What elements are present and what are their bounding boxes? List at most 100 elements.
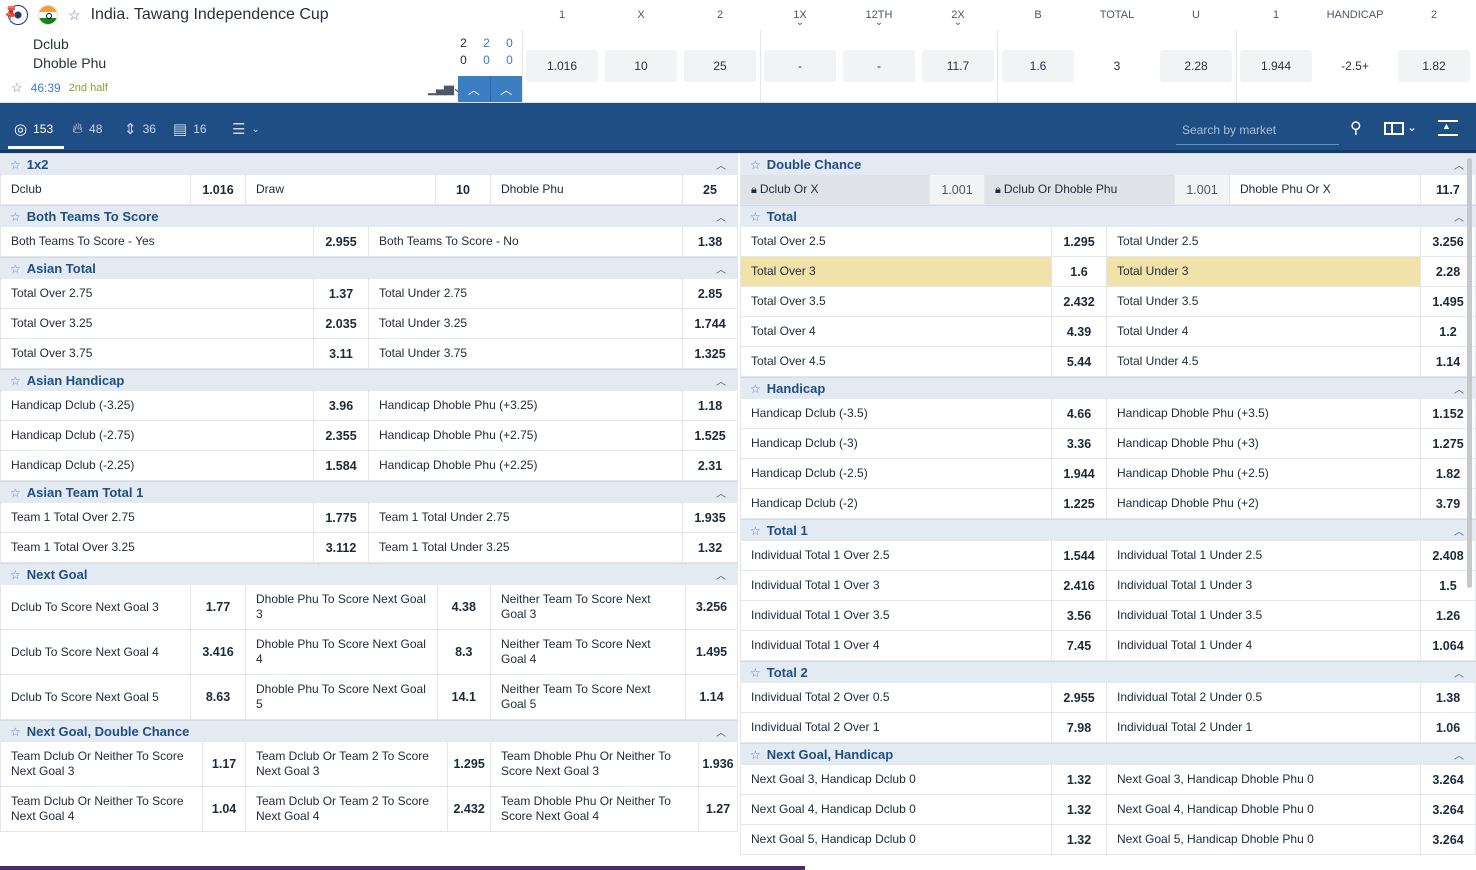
chevron-up-icon[interactable]: ︿: [716, 373, 726, 388]
market-group-header[interactable]: ☆ Total 1 ︿: [740, 519, 1476, 541]
odds-value[interactable]: 1.27: [697, 787, 737, 831]
bet-outcome[interactable]: Individual Total 2 Over 1 7.98: [741, 713, 1107, 742]
bet-outcome[interactable]: Individual Total 1 Over 3 2.416: [741, 571, 1107, 600]
bet-outcome[interactable]: Total Over 4 4.39: [741, 317, 1107, 346]
bet-outcome[interactable]: Team 1 Total Over 2.75 1.775: [1, 503, 369, 532]
odds-value[interactable]: 2.955: [1051, 683, 1106, 712]
favorite-star-icon[interactable]: ☆: [10, 210, 21, 224]
odds-value[interactable]: 3.256: [684, 585, 737, 629]
tab-updown[interactable]: ⇕ 36: [124, 120, 156, 138]
bet-outcome[interactable]: Individual Total 1 Under 2.5 2.408: [1107, 541, 1475, 570]
odds-value[interactable]: 2.355: [313, 421, 368, 450]
odds-value[interactable]: 7.98: [1051, 713, 1106, 742]
bet-outcome[interactable]: Dclub To Score Next Goal 5 8.63: [1, 675, 246, 719]
menu-dropdown[interactable]: ☰ ⌄: [232, 120, 260, 138]
bet-outcome[interactable]: Next Goal 5, Handicap Dclub 0 1.32: [741, 825, 1107, 854]
market-group-header[interactable]: ☆ Both Teams To Score ︿: [0, 205, 738, 227]
odds-value[interactable]: 1.064: [1420, 631, 1475, 660]
bet-outcome[interactable]: Dhoble Phu 25: [491, 175, 737, 204]
bet-outcome[interactable]: Team Dhoble Phu Or Neither To Score Next…: [491, 787, 737, 831]
odds-value[interactable]: 1.295: [1051, 227, 1106, 256]
bet-outcome[interactable]: Dclub 1.016: [1, 175, 246, 204]
search-icon[interactable]: ⚲: [1350, 118, 1362, 138]
chevron-down-icon[interactable]: ⌄: [1407, 120, 1417, 134]
chevron-up-icon[interactable]: ︿: [1454, 381, 1464, 396]
odds-value[interactable]: 1.495: [684, 630, 737, 674]
bet-outcome[interactable]: Total Under 2.5 3.256: [1107, 227, 1475, 256]
odds-value[interactable]: 1.295: [447, 742, 490, 786]
favorite-star-icon[interactable]: ☆: [10, 568, 21, 582]
odds-value[interactable]: 2.432: [447, 787, 490, 831]
market-group-header[interactable]: ☆ Double Chance ︿: [740, 153, 1476, 175]
bet-outcome[interactable]: 🔒︎ Dclub Or X 1.001: [741, 175, 985, 204]
odds-value[interactable]: 5.44: [1051, 347, 1106, 376]
stats-chart-icon[interactable]: ▁▃▅⌄: [428, 80, 463, 96]
favorite-star-icon[interactable]: ☆: [10, 262, 21, 276]
market-group-header[interactable]: ☆ Total ︿: [740, 205, 1476, 227]
bet-outcome[interactable]: Total Over 3.25 2.035: [1, 309, 369, 338]
chevron-up-icon[interactable]: ︿: [716, 209, 726, 224]
bet-outcome[interactable]: Next Goal 3, Handicap Dhoble Phu 0 3.264: [1107, 765, 1475, 794]
bet-outcome[interactable]: Dhoble Phu To Score Next Goal 3 4.38: [246, 585, 491, 629]
bet-outcome[interactable]: Team Dclub Or Neither To Score Next Goal…: [1, 742, 246, 786]
odds-value[interactable]: 1.936: [697, 742, 737, 786]
bet-outcome[interactable]: Neither Team To Score Next Goal 3 3.256: [491, 585, 737, 629]
bet-outcome[interactable]: Team 1 Total Under 2.75 1.935: [369, 503, 737, 532]
bet-outcome[interactable]: Individual Total 1 Under 4 1.064: [1107, 631, 1475, 660]
bet-outcome[interactable]: Handicap Dclub (-2.75) 2.355: [1, 421, 369, 450]
odds-value[interactable]: 1.6: [1051, 257, 1106, 286]
favorite-star-icon[interactable]: ☆: [750, 748, 761, 762]
odds-value[interactable]: 4.39: [1051, 317, 1106, 346]
odds-value[interactable]: 3.56: [1051, 601, 1106, 630]
bet-outcome[interactable]: Dhoble Phu Or X 11.7: [1230, 175, 1475, 204]
tab-popular[interactable]: 🔥︎ 48: [72, 120, 102, 137]
market-column-header[interactable]: 1X: [762, 0, 838, 30]
bet-outcome[interactable]: Individual Total 1 Over 2.5 1.544: [741, 541, 1107, 570]
odds-value[interactable]: 1.584: [313, 451, 368, 480]
odds-value[interactable]: 2.432: [1051, 287, 1106, 316]
odds-value[interactable]: 1.32: [1051, 795, 1106, 824]
chevron-up-icon[interactable]: ︿: [491, 76, 523, 102]
tab-stats[interactable]: ▤ 16: [173, 120, 207, 138]
odds-value[interactable]: 1.18: [682, 391, 737, 420]
market-group-header[interactable]: ☆ 1x2 ︿: [0, 153, 738, 175]
header-odd-button[interactable]: 1.82: [1398, 50, 1470, 82]
favorite-star-icon[interactable]: ☆: [750, 210, 761, 224]
bet-outcome[interactable]: Total Over 3.75 3.11: [1, 339, 369, 368]
scrollbar[interactable]: [1467, 158, 1472, 588]
odds-value[interactable]: 1.14: [684, 675, 737, 719]
odds-value[interactable]: 1.525: [682, 421, 737, 450]
odds-value[interactable]: 1.37: [313, 279, 368, 308]
odds-value[interactable]: 1.06: [1420, 713, 1475, 742]
bet-outcome[interactable]: Team 1 Total Under 3.25 1.32: [369, 533, 737, 562]
favorite-star-icon[interactable]: ☆: [68, 7, 81, 24]
bet-outcome[interactable]: Handicap Dhoble Phu (+3) 1.275: [1107, 429, 1475, 458]
favorite-star-icon[interactable]: ☆: [750, 382, 761, 396]
market-group-header[interactable]: ☆ Next Goal, Double Chance ︿: [0, 720, 738, 742]
bet-outcome[interactable]: Handicap Dclub (-3.5) 4.66: [741, 399, 1107, 428]
bet-outcome[interactable]: Handicap Dclub (-3.25) 3.96: [1, 391, 369, 420]
odds-value[interactable]: 7.45: [1051, 631, 1106, 660]
market-group-header[interactable]: ☆ Asian Total ︿: [0, 257, 738, 279]
bet-outcome[interactable]: Total Over 3.5 2.432: [741, 287, 1107, 316]
bet-outcome[interactable]: Total Over 4.5 5.44: [741, 347, 1107, 376]
market-group-header[interactable]: ☆ Total 2 ︿: [740, 661, 1476, 683]
chevron-up-icon[interactable]: ︿: [1454, 157, 1464, 172]
odds-value[interactable]: 8.3: [436, 630, 490, 674]
odds-value[interactable]: 1.32: [682, 533, 737, 562]
odds-value[interactable]: 1.775: [313, 503, 368, 532]
odds-value[interactable]: 4.38: [436, 585, 490, 629]
favorite-star-icon[interactable]: ☆: [10, 374, 21, 388]
odds-value[interactable]: 1.32: [1051, 765, 1106, 794]
bet-outcome[interactable]: Team Dclub Or Team 2 To Score Next Goal …: [246, 787, 491, 831]
favorite-star-icon[interactable]: ☆: [10, 158, 21, 172]
odds-value[interactable]: 2.035: [313, 309, 368, 338]
chevron-up-icon[interactable]: ︿: [716, 485, 726, 500]
odds-value[interactable]: 3.11: [313, 339, 368, 368]
chevron-up-icon[interactable]: ︿: [1454, 747, 1464, 762]
header-odd-button[interactable]: 1.6: [1002, 50, 1074, 82]
chevron-up-icon[interactable]: ︿: [716, 724, 726, 739]
bet-outcome[interactable]: Handicap Dclub (-2.5) 1.944: [741, 459, 1107, 488]
bet-outcome[interactable]: Handicap Dhoble Phu (+2.75) 1.525: [369, 421, 737, 450]
odds-value[interactable]: 3.264: [1420, 825, 1475, 854]
